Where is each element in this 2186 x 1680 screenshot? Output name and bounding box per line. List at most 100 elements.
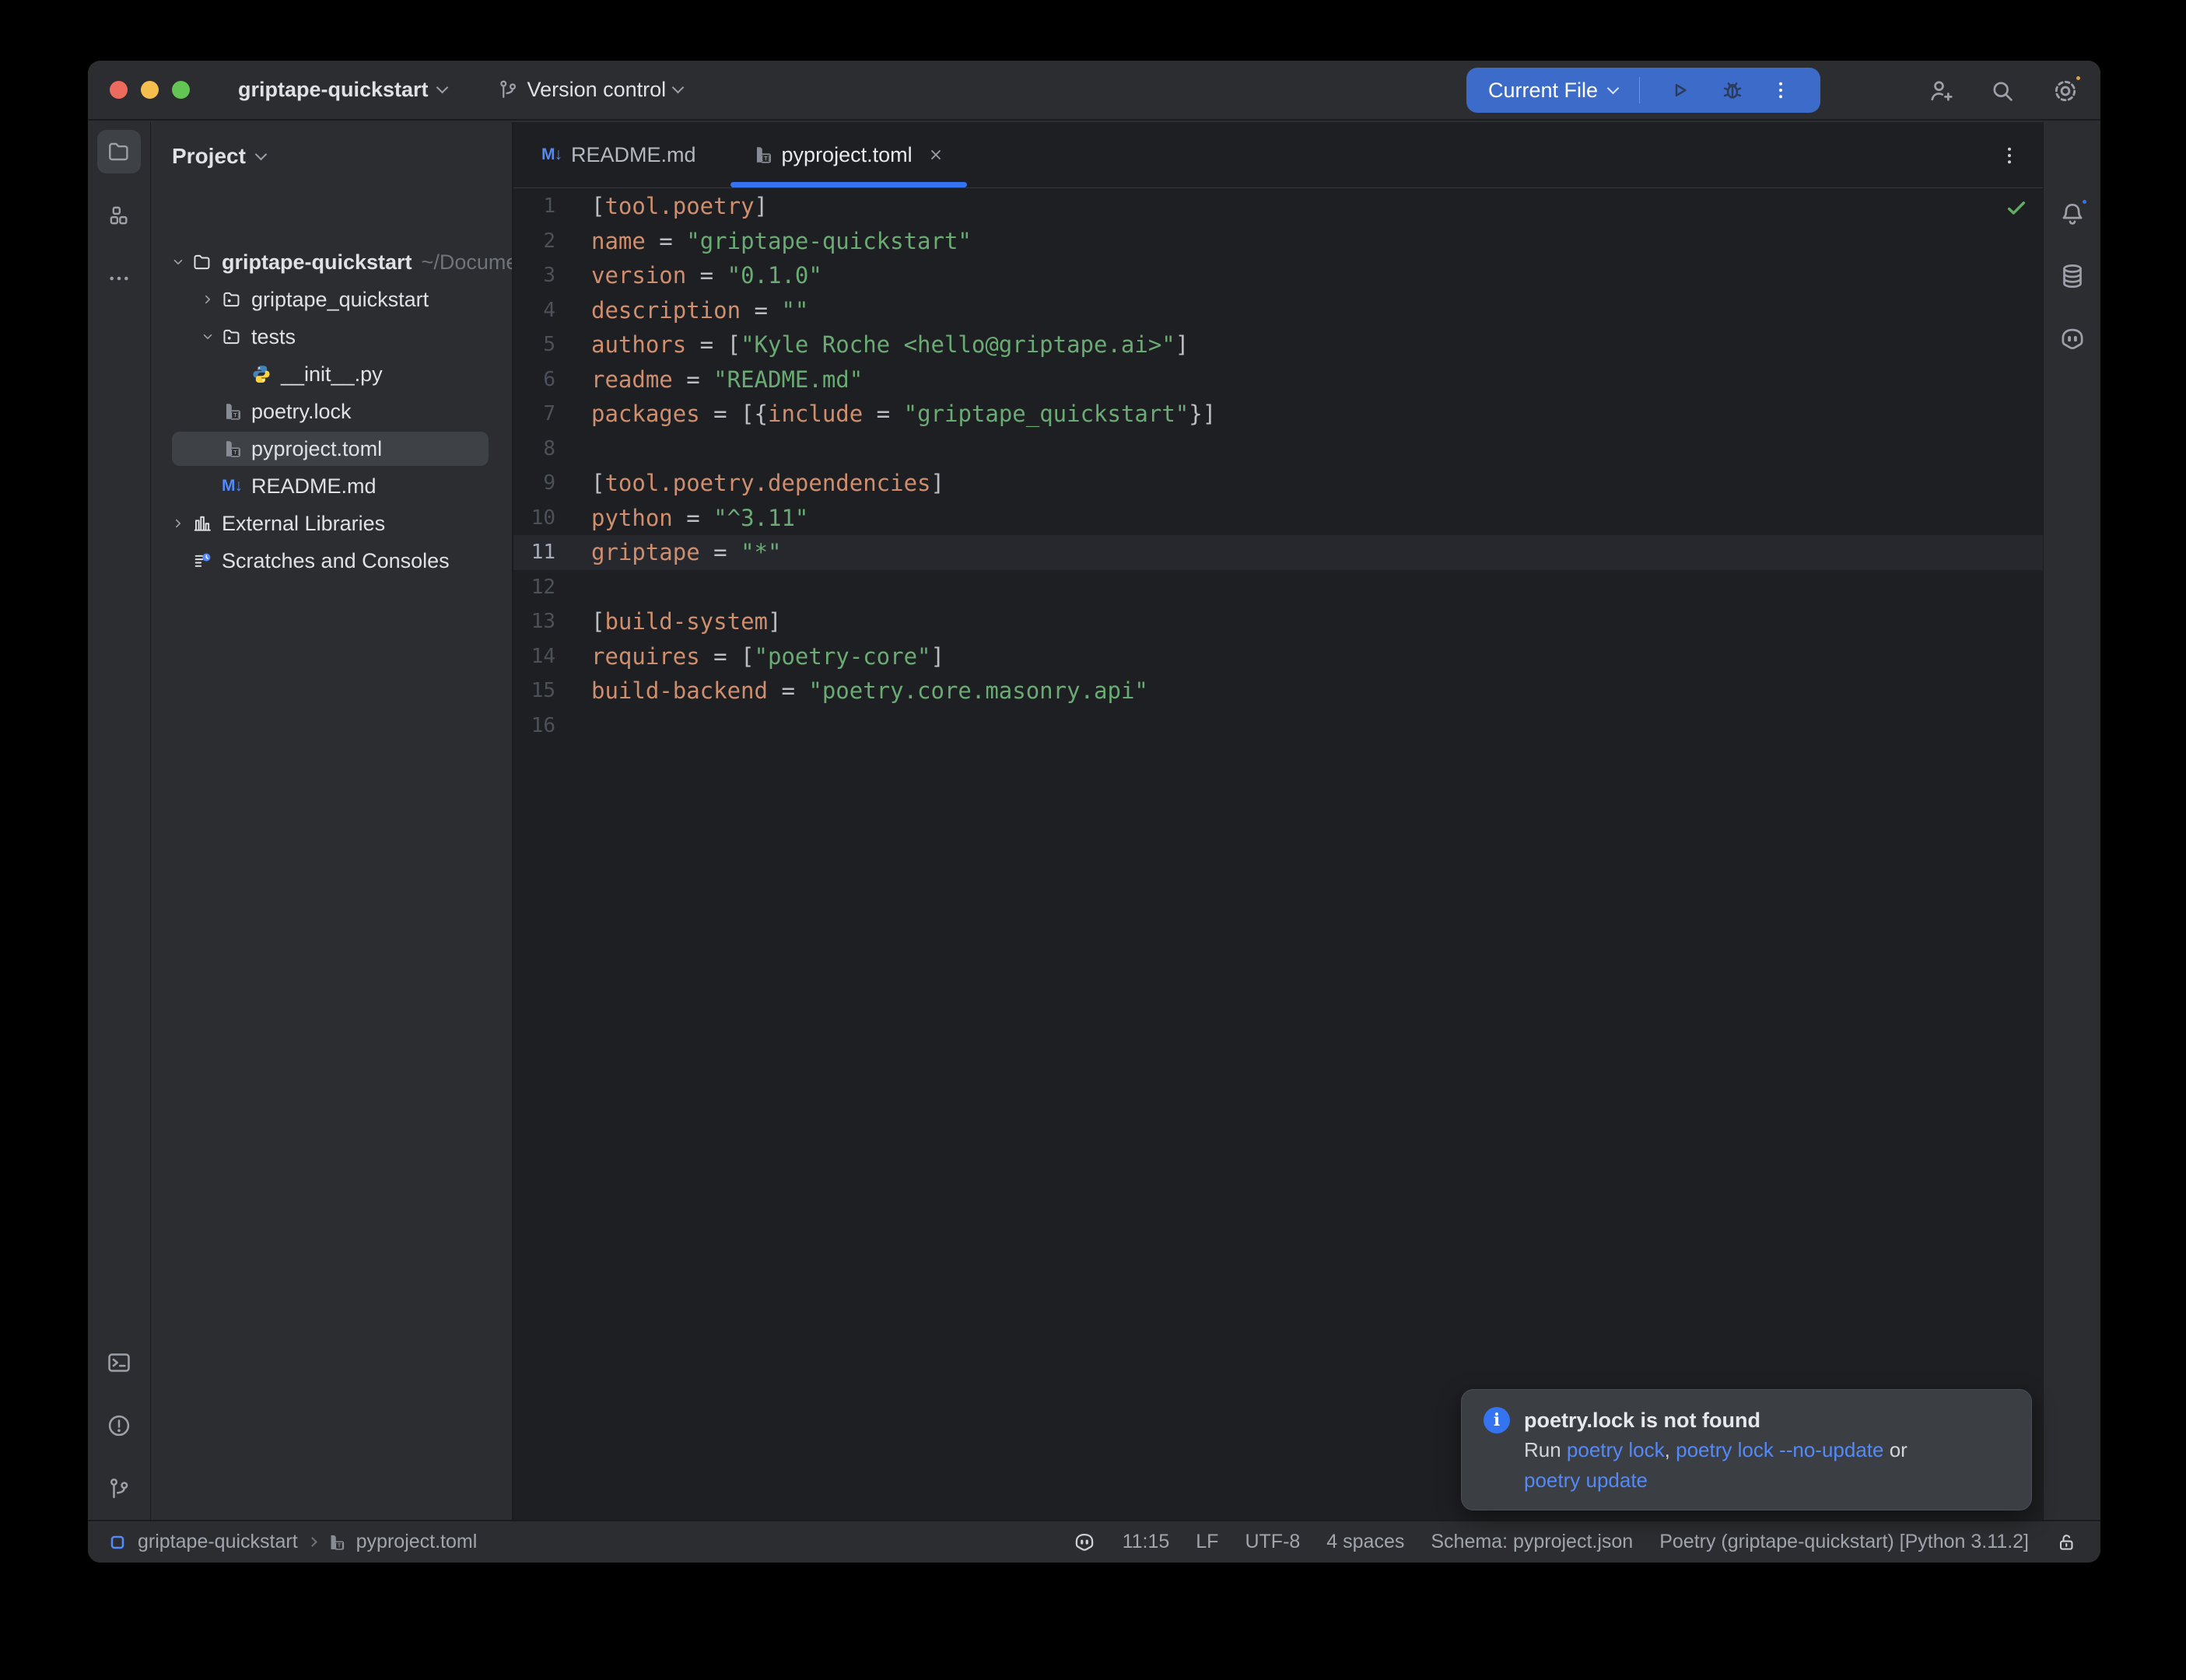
markdown-icon: M↓ (222, 477, 242, 495)
tab-options-kebab-icon[interactable] (1998, 122, 2021, 188)
tree-item-poetry-lock[interactable]: [T]poetry.lock (152, 393, 512, 430)
breadcrumb-item[interactable]: pyproject.toml (356, 1531, 478, 1553)
line-number: 4 (513, 299, 555, 322)
close-tab-icon[interactable] (927, 145, 945, 164)
svg-text:[T]: [T] (230, 411, 240, 418)
svg-text:[T]: [T] (760, 155, 770, 162)
line-number: 13 (513, 610, 555, 633)
notification-link[interactable]: poetry lock (1567, 1438, 1665, 1461)
code-line-12[interactable]: 12 (513, 570, 2043, 605)
code-text: packages = [{include = "griptape_quickst… (591, 401, 1216, 427)
tree-item-tests[interactable]: tests (152, 318, 512, 355)
code-line-2[interactable]: 2name = "griptape-quickstart" (513, 224, 2043, 259)
code-line-7[interactable]: 7packages = [{include = "griptape_quicks… (513, 397, 2043, 432)
ai-assistant-icon (2058, 325, 2086, 353)
close-window-button[interactable] (110, 81, 128, 99)
notifications-bell-button[interactable] (2058, 200, 2086, 232)
tree-item-griptape-quickstart[interactable]: griptape-quickstart~/Docume (152, 243, 512, 281)
more-tool-windows-button[interactable] (97, 257, 141, 300)
debug-bug-icon[interactable] (1719, 77, 1746, 103)
tree-item-griptape-quickstart[interactable]: griptape_quickstart (152, 281, 512, 318)
add-user-icon[interactable] (1926, 77, 1954, 105)
markdown-icon: M↓ (222, 477, 242, 495)
code-editor[interactable]: 1[tool.poetry]2name = "griptape-quicksta… (513, 189, 2043, 743)
divider (1639, 77, 1640, 103)
tree-item-scratches-and-consoles[interactable]: Scratches and Consoles (152, 542, 512, 579)
code-line-4[interactable]: 4 description = "" (513, 293, 2043, 328)
code-line-14[interactable]: 14requires = ["poetry-core"] (513, 639, 2043, 674)
code-text: description = "" (591, 297, 808, 324)
folder-dot-icon (222, 289, 242, 310)
notification-link[interactable]: poetry lock --no-update (1676, 1438, 1883, 1461)
tab-pyproject-toml[interactable]: [T]pyproject.toml (724, 122, 973, 187)
settings-gear-icon[interactable] (2051, 76, 2080, 106)
breadcrumb-item[interactable]: griptape-quickstart (138, 1531, 298, 1553)
problems-tool-button[interactable] (97, 1404, 141, 1447)
status-item[interactable]: 11:15 (1123, 1531, 1170, 1553)
line-number: 10 (513, 506, 555, 530)
toml-icon: [T] (222, 401, 242, 422)
toml-icon: [T] (327, 1533, 345, 1552)
chevron-right-icon[interactable] (194, 291, 222, 308)
chevron-down-icon[interactable] (194, 328, 222, 345)
folder-icon (192, 252, 212, 272)
maximize-window-button[interactable] (172, 81, 190, 99)
search-icon[interactable] (1988, 77, 2016, 105)
code-line-10[interactable]: 10python = "^3.11" (513, 501, 2043, 536)
status-item[interactable]: LF (1196, 1531, 1218, 1553)
code-line-11[interactable]: 11griptape = "*" (513, 535, 2043, 570)
tab-label: README.md (571, 143, 696, 167)
status-item[interactable]: UTF-8 (1245, 1531, 1300, 1553)
code-line-9[interactable]: 9[tool.poetry.dependencies] (513, 466, 2043, 501)
tab-readme-md[interactable]: M↓README.md (513, 122, 724, 187)
chevron-down-icon[interactable] (164, 254, 192, 271)
tree-item-external-libraries[interactable]: External Libraries (152, 505, 512, 542)
code-line-15[interactable]: 15build-backend = "poetry.core.masonry.a… (513, 674, 2043, 709)
notification-link[interactable]: poetry update (1524, 1468, 1648, 1492)
status-item[interactable]: 4 spaces (1326, 1531, 1404, 1553)
code-line-13[interactable]: 13[build-system] (513, 604, 2043, 639)
status-item[interactable]: Schema: pyproject.json (1431, 1531, 1633, 1553)
right-tool-strip (2043, 122, 2100, 1520)
code-line-5[interactable]: 5authors = ["Kyle Roche <hello@griptape.… (513, 327, 2043, 362)
project-switcher[interactable]: griptape-quickstart (238, 78, 447, 102)
vcs-widget[interactable]: Version control (496, 78, 683, 102)
database-tool-button[interactable] (2058, 262, 2086, 294)
vcs-widget-label: Version control (527, 78, 667, 102)
project-tool-button[interactable] (97, 130, 141, 173)
structure-tool-button[interactable] (97, 194, 141, 237)
settings-update-badge (2073, 73, 2083, 83)
problems-icon (106, 1412, 132, 1439)
version-control-tool-button[interactable] (97, 1468, 141, 1511)
line-number: 3 (513, 264, 555, 287)
lock-open-icon[interactable] (2055, 1531, 2077, 1553)
tree-item-pyproject-toml[interactable]: [T]pyproject.toml (152, 430, 512, 467)
chevron-down-icon (1607, 82, 1620, 94)
ai-assistant-tool-button[interactable] (2058, 325, 2086, 357)
code-line-8[interactable]: 8 (513, 432, 2043, 467)
tree-item--init-py[interactable]: __init__.py (152, 355, 512, 393)
terminal-icon (106, 1349, 132, 1376)
copilot-icon[interactable] (1073, 1531, 1096, 1554)
code-line-3[interactable]: 3version = "0.1.0" (513, 258, 2043, 293)
line-number: 14 (513, 645, 555, 668)
chevron-right-icon[interactable] (164, 515, 192, 532)
line-number: 2 (513, 229, 555, 253)
libraries-icon (192, 513, 212, 534)
scratches-icon (192, 551, 212, 571)
run-configuration-widget[interactable]: Current File (1466, 68, 1820, 113)
code-line-6[interactable]: 6readme = "README.md" (513, 362, 2043, 397)
code-line-16[interactable]: 16 (513, 709, 2043, 744)
terminal-tool-button[interactable] (97, 1341, 141, 1384)
code-line-1[interactable]: 1[tool.poetry] (513, 189, 2043, 224)
tree-item-readme-md[interactable]: M↓README.md (152, 467, 512, 505)
run-more-kebab-icon[interactable] (1769, 79, 1792, 102)
titlebar: griptape-quickstart Version control Curr… (88, 61, 2100, 121)
run-play-icon[interactable] (1666, 77, 1693, 103)
line-number: 5 (513, 333, 555, 356)
minimize-window-button[interactable] (141, 81, 159, 99)
status-item[interactable]: Poetry (griptape-quickstart) [Python 3.1… (1659, 1531, 2029, 1553)
line-number: 6 (513, 368, 555, 391)
blue-square-icon (108, 1533, 127, 1552)
project-panel-header[interactable]: Project (152, 122, 512, 191)
